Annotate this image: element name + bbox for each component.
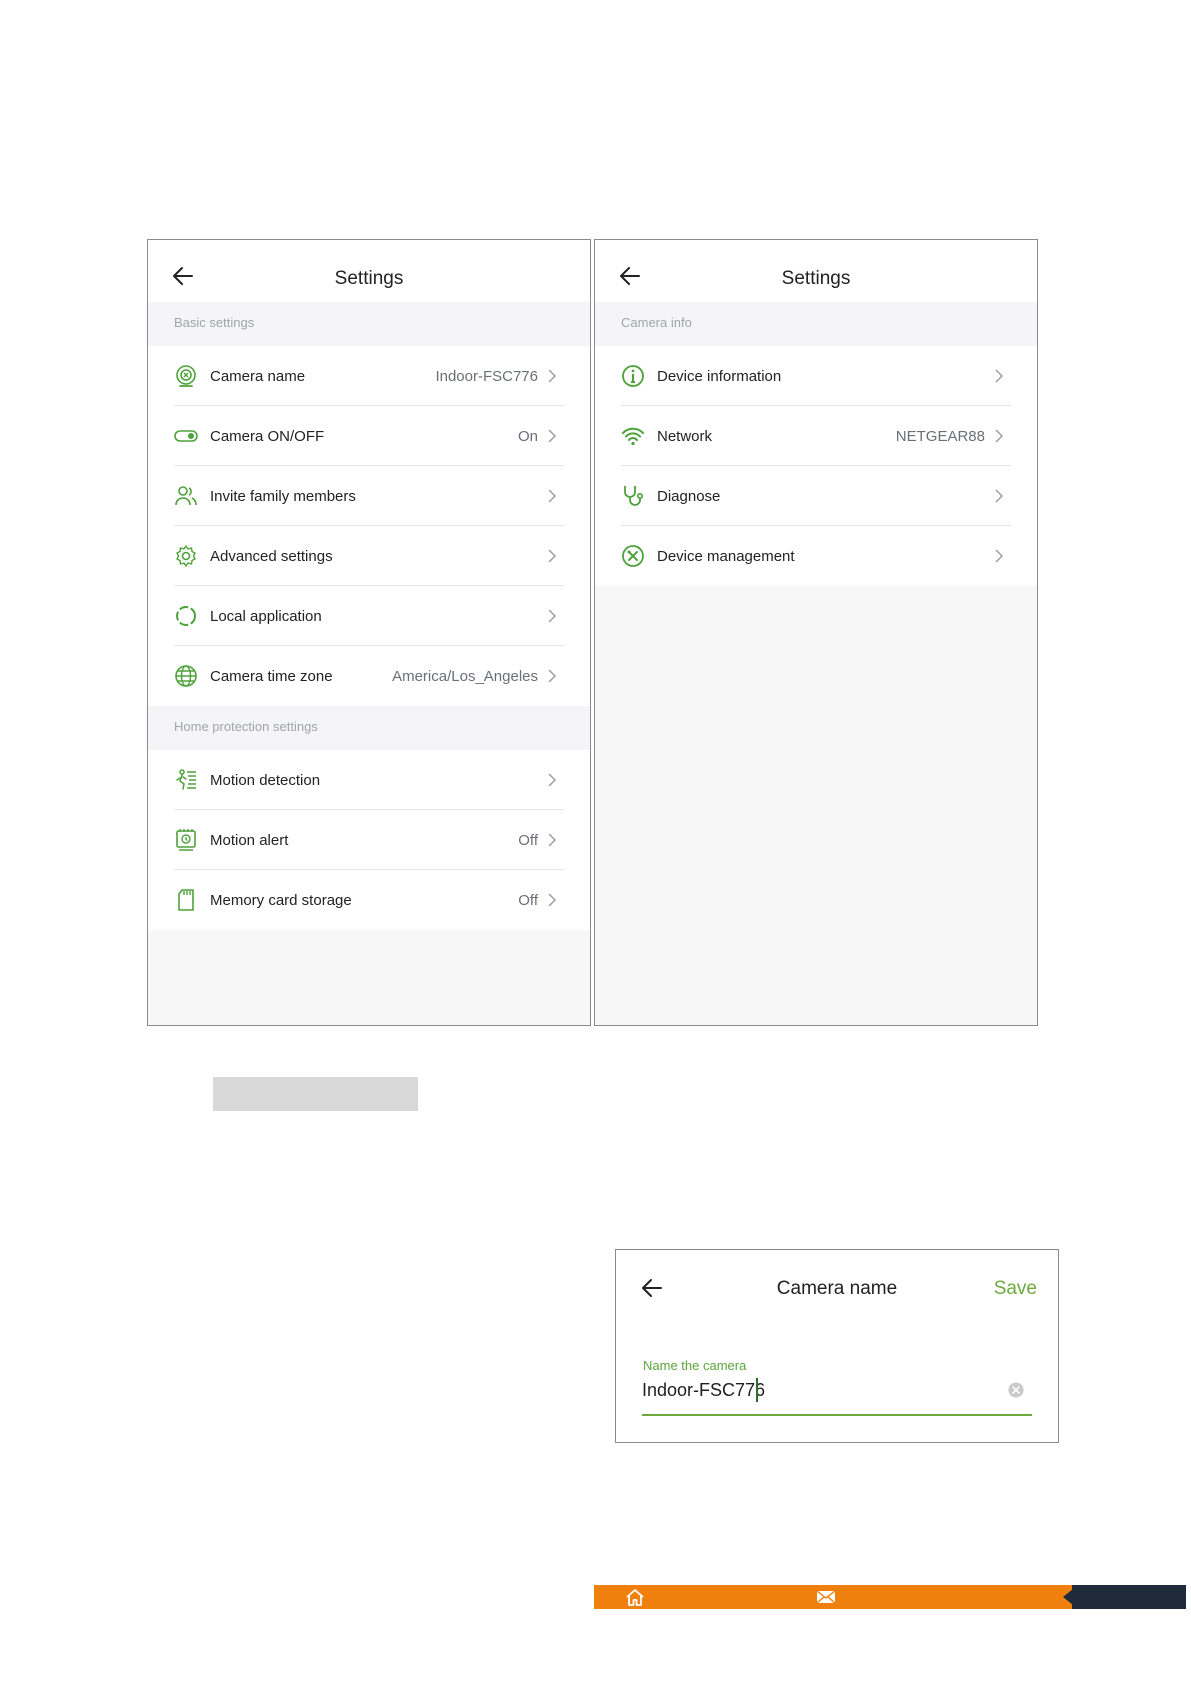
wifi-icon: [622, 427, 644, 446]
row-value: Off: [518, 891, 538, 909]
home-protection-list: Motion detection Motion alert Off Memory…: [148, 750, 590, 930]
row-label: Local application: [210, 607, 322, 625]
chevron-right-icon: [548, 893, 556, 907]
local-application-icon: [176, 606, 196, 626]
chevron-right-icon: [995, 429, 1003, 443]
section-label-home-protection: Home protection settings: [148, 706, 590, 750]
section-label-camera-info: Camera info: [595, 302, 1037, 346]
row-value: America/Los_Angeles: [392, 667, 538, 685]
text-caret: [756, 1378, 758, 1402]
chevron-right-icon: [548, 429, 556, 443]
chevron-right-icon: [995, 369, 1003, 383]
row-label: Device management: [657, 547, 795, 565]
chevron-right-icon: [548, 833, 556, 847]
row-memory-card-storage[interactable]: Memory card storage Off: [148, 870, 590, 930]
row-motion-detection[interactable]: Motion detection: [148, 750, 590, 810]
home-icon[interactable]: [625, 1588, 645, 1606]
motion-detection-icon: [176, 769, 196, 790]
toggle-icon: [174, 430, 198, 442]
basic-settings-list: Camera name Indoor-FSC776 Camera ON/OFF …: [148, 346, 590, 706]
row-motion-alert[interactable]: Motion alert Off: [148, 810, 590, 870]
row-label: Diagnose: [657, 487, 721, 505]
chevron-right-icon: [995, 489, 1003, 503]
row-local-application[interactable]: Local application: [148, 586, 590, 646]
settings-screen-camera-info: Settings Camera info Device information …: [594, 239, 1038, 1026]
settings-screen-basic: Settings Basic settings Camera name Indo…: [147, 239, 591, 1026]
row-label: Advanced settings: [210, 547, 333, 565]
gear-icon: [176, 545, 196, 567]
stethoscope-icon: [624, 486, 643, 506]
settings-header: Settings: [595, 240, 1037, 302]
row-camera-time-zone[interactable]: Camera time zone America/Los_Angeles: [148, 646, 590, 706]
save-button[interactable]: Save: [994, 1278, 1037, 1300]
row-value: Off: [518, 831, 538, 849]
memory-card-icon: [178, 889, 194, 911]
camera-name-screen: Camera name Save Name the camera: [615, 1249, 1059, 1443]
row-value: NETGEAR88: [895, 427, 985, 445]
row-label: Network: [657, 427, 713, 445]
clear-icon[interactable]: [1008, 1382, 1024, 1398]
chevron-right-icon: [548, 773, 556, 787]
tools-icon: [622, 545, 644, 567]
row-label: Device information: [657, 367, 782, 385]
row-label: Motion alert: [210, 831, 289, 849]
row-invite-family-members[interactable]: Invite family members: [148, 466, 590, 526]
camera-info-list: Device information Network NETGEAR88 Dia…: [595, 346, 1037, 586]
row-value: Indoor-FSC776: [435, 367, 538, 385]
page-title: Camera name: [776, 1278, 898, 1299]
row-camera-on-off[interactable]: Camera ON/OFF On: [148, 406, 590, 466]
row-label: Invite family members: [210, 487, 356, 505]
chevron-right-icon: [548, 489, 556, 503]
row-advanced-settings[interactable]: Advanced settings: [148, 526, 590, 586]
row-network[interactable]: Network NETGEAR88: [595, 406, 1037, 466]
bottom-bar-dark-segment: [1072, 1585, 1186, 1609]
camera-name-icon: [176, 365, 196, 387]
globe-icon: [175, 665, 197, 687]
row-label: Camera name: [210, 367, 306, 385]
chevron-right-icon: [548, 369, 556, 383]
input-underline: [642, 1414, 1032, 1416]
row-label: Camera ON/OFF: [210, 427, 325, 445]
chevron-right-icon: [548, 549, 556, 563]
section-label-basic-settings: Basic settings: [148, 302, 590, 346]
settings-header: Settings: [148, 240, 590, 302]
motion-alert-icon: [176, 829, 196, 851]
bottom-nav-bar: [594, 1585, 1072, 1609]
camera-name-input[interactable]: [642, 1375, 982, 1405]
gray-placeholder-bar: [213, 1077, 418, 1111]
row-label: Memory card storage: [210, 891, 352, 909]
row-device-information[interactable]: Device information: [595, 346, 1037, 406]
row-label: Motion detection: [210, 771, 321, 789]
row-label: Camera time zone: [210, 667, 333, 685]
row-diagnose[interactable]: Diagnose: [595, 466, 1037, 526]
mail-icon[interactable]: [816, 1588, 836, 1606]
chevron-right-icon: [548, 669, 556, 683]
family-members-icon: [175, 486, 197, 506]
row-camera-name[interactable]: Camera name Indoor-FSC776: [148, 346, 590, 406]
page-title: Settings: [334, 268, 404, 289]
row-value: On: [517, 427, 538, 445]
page-title: Settings: [781, 268, 851, 289]
info-icon: [622, 365, 644, 387]
field-label: Name the camera: [643, 1358, 747, 1373]
row-device-management[interactable]: Device management: [595, 526, 1037, 586]
chevron-right-icon: [548, 609, 556, 623]
chevron-right-icon: [995, 549, 1003, 563]
